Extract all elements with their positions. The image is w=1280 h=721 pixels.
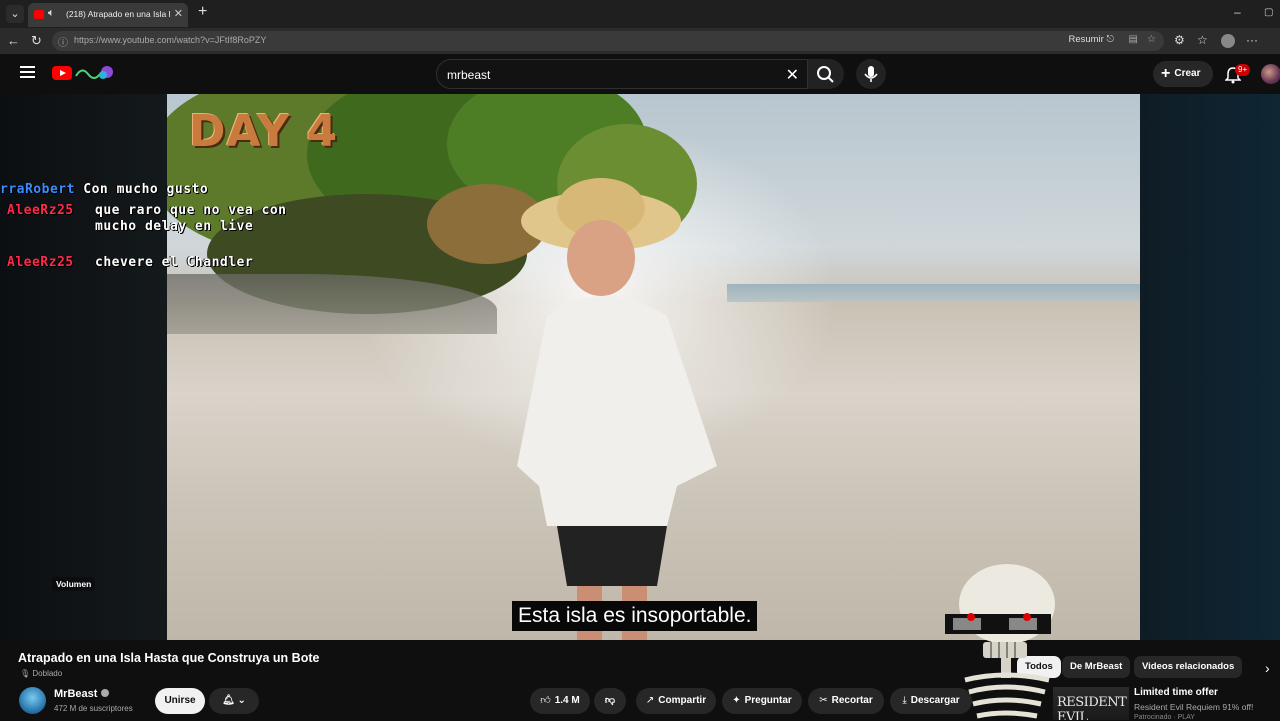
reader-view-icon[interactable]: ▤ xyxy=(1129,34,1138,45)
close-tab-icon[interactable]: ✕ xyxy=(174,7,183,20)
user-avatar[interactable] xyxy=(1261,64,1280,84)
back-arrow-icon[interactable]: ← xyxy=(7,33,20,48)
volume-tooltip: Volumen xyxy=(52,577,96,591)
browser-profile-avatar[interactable] xyxy=(1221,34,1235,48)
extensions-icon[interactable]: ⚙ xyxy=(1174,33,1185,47)
ad-description: Resident Evil Requiem 91% off! xyxy=(1134,702,1254,712)
menu-icon[interactable] xyxy=(20,66,35,78)
maximize-icon[interactable]: ▢ xyxy=(1264,7,1273,18)
search-button[interactable] xyxy=(808,59,844,89)
notification-count-badge: 9+ xyxy=(1235,64,1251,76)
chevron-down-icon: ⌄ xyxy=(237,695,246,706)
url-text: https://www.youtube.com/watch?v=JFtIf8Ro… xyxy=(74,35,267,45)
ask-button[interactable]: ✦ Preguntar xyxy=(722,688,802,714)
youtube-doodle-logo[interactable] xyxy=(74,64,116,82)
verified-badge-icon xyxy=(101,689,110,697)
share-icon: ↗ xyxy=(645,695,655,706)
chat-username: AleeRz25 xyxy=(7,203,74,218)
microphone-icon xyxy=(864,66,878,82)
chip-videos-relacionados[interactable]: Videos relacionados xyxy=(1134,656,1243,678)
youtube-logo-icon[interactable] xyxy=(52,66,72,80)
download-icon: ⤓ xyxy=(902,695,907,706)
dubbed-label: 🎙︎ Doblado xyxy=(20,669,63,678)
create-button[interactable]: + Crear xyxy=(1153,61,1213,87)
resumir-label: Resumir xyxy=(1068,34,1104,45)
sparkle-icon: ✦ xyxy=(732,695,741,706)
search-input[interactable]: mrbeast xyxy=(447,68,490,82)
browser-tab-active[interactable]: 🔈︎ (218) Atrapado en una Isla Ha ✕ xyxy=(28,3,188,27)
video-title: Atrapado en una Isla Hasta que Construya… xyxy=(18,651,320,665)
chevron-right-icon[interactable]: › xyxy=(1265,660,1270,676)
clear-search-icon[interactable]: ✕ xyxy=(786,65,799,85)
address-toolbar: ← ↻ ⓘ https://www.youtube.com/watch?v=JF… xyxy=(0,28,1280,54)
tab-list-chevron-icon[interactable]: ⌄ xyxy=(6,5,24,23)
share-button[interactable]: ↗ Compartir xyxy=(636,688,716,714)
site-info-icon[interactable]: ⓘ xyxy=(58,34,68,49)
channel-name[interactable]: MrBeast xyxy=(54,688,110,700)
chat-message: chevere el Chandler xyxy=(95,255,254,270)
thumbs-up-icon: 👍︎ xyxy=(540,695,551,706)
favorites-icon[interactable]: ☆ xyxy=(1197,33,1208,47)
youtube-favicon-icon xyxy=(34,10,44,19)
minimize-icon[interactable]: – xyxy=(1234,5,1241,19)
voice-search-button[interactable] xyxy=(856,59,886,89)
youtube-header: mrbeast ✕ + Crear 9+ xyxy=(0,54,1280,94)
chat-line: rraRobert Con mucho gusto xyxy=(0,182,208,198)
chat-username: rraRobert xyxy=(0,182,75,197)
chat-message: que raro que no vea con mucho delay en l… xyxy=(95,203,287,234)
favorite-star-icon[interactable]: ☆ xyxy=(1147,34,1156,45)
person-figure xyxy=(517,178,717,640)
resumir-button[interactable]: Resumir ⎋ xyxy=(1068,34,1114,45)
like-button[interactable]: 👍︎ 1.4 M xyxy=(530,688,590,714)
video-player[interactable]: DAY 4 Esta isla es insoportable. rraRobe… xyxy=(0,94,1280,640)
join-button[interactable]: Unirse xyxy=(155,688,205,714)
chat-username: AleeRz25 xyxy=(7,255,74,270)
thumbs-down-icon: 👎︎ xyxy=(604,695,616,706)
speaker-icon[interactable]: 🔈︎ xyxy=(48,7,55,20)
address-bar[interactable]: ⓘ https://www.youtube.com/watch?v=JFtIf8… xyxy=(52,31,1164,51)
day-overlay-text: DAY 4 xyxy=(189,106,339,157)
caption-subtitle: Esta isla es insoportable. xyxy=(512,601,758,631)
scissors-icon: ✂ xyxy=(819,695,828,706)
skeleton-overlay-sticker xyxy=(945,564,1055,719)
subscriber-count: 472 M de suscriptores xyxy=(54,704,133,713)
clip-button[interactable]: ✂ Recortar xyxy=(808,688,884,714)
search-icon xyxy=(817,66,834,83)
new-tab-icon[interactable]: + xyxy=(198,3,207,21)
plus-icon: + xyxy=(1161,65,1171,82)
more-options-icon[interactable]: ··· xyxy=(1246,33,1258,47)
chat-line: AleeRz25 chevere el Chandler xyxy=(7,255,253,271)
chat-line: AleeRz25 que raro que no vea con mucho de… xyxy=(7,203,305,235)
create-label: Crear xyxy=(1174,68,1201,79)
dislike-button[interactable]: 👎︎ xyxy=(594,688,626,714)
channel-avatar[interactable] xyxy=(19,687,46,714)
search-box[interactable]: mrbeast ✕ xyxy=(436,59,808,89)
bell-icon: 🔔︎ xyxy=(222,695,235,706)
browser-tab-strip: ⌄ 🔈︎ (218) Atrapado en una Isla Ha ✕ + –… xyxy=(0,0,1280,28)
reload-icon[interactable]: ↻ xyxy=(31,33,42,49)
video-frame[interactable]: DAY 4 Esta isla es insoportable. xyxy=(167,94,1140,640)
chat-message: Con mucho gusto xyxy=(83,182,209,197)
subscription-bell-button[interactable]: 🔔︎ ⌄ xyxy=(209,688,259,714)
tab-title: (218) Atrapado en una Isla Ha xyxy=(66,9,170,19)
sea-horizon xyxy=(727,284,1140,302)
ad-title[interactable]: Limited time offer xyxy=(1134,687,1218,698)
